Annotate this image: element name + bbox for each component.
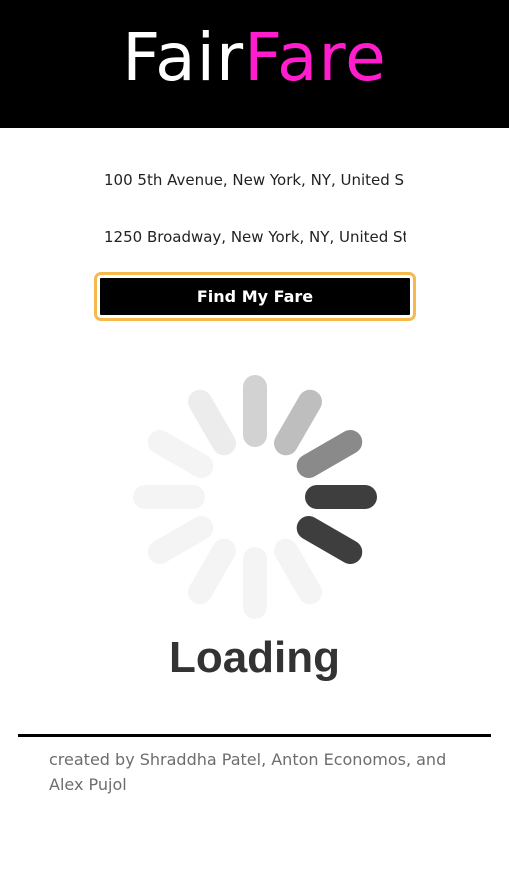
loading-label: Loading (168, 633, 341, 682)
spinner-spoke (188, 389, 236, 456)
find-my-fare-button[interactable]: Find My Fare (94, 272, 416, 321)
app-header: FairFare (0, 0, 509, 128)
credits-text: created by Shraddha Patel, Anton Economo… (49, 750, 447, 794)
spinner-spoke (188, 538, 236, 605)
logo-part-fair: Fair (122, 19, 245, 96)
footer-divider (18, 734, 491, 737)
spinner-spoke (274, 538, 322, 605)
spinner-spoke (274, 389, 322, 456)
destination-address-input[interactable] (104, 225, 406, 249)
spinner-icon (133, 375, 377, 619)
spinner-spoke (147, 430, 214, 478)
spinner-spoke (296, 430, 363, 478)
spinner-spoke (296, 516, 363, 564)
app-logo: FairFare (0, 14, 509, 102)
logo-part-fare: Fare (244, 19, 387, 96)
spinner-spoke (147, 516, 214, 564)
origin-address-input[interactable] (104, 168, 406, 192)
